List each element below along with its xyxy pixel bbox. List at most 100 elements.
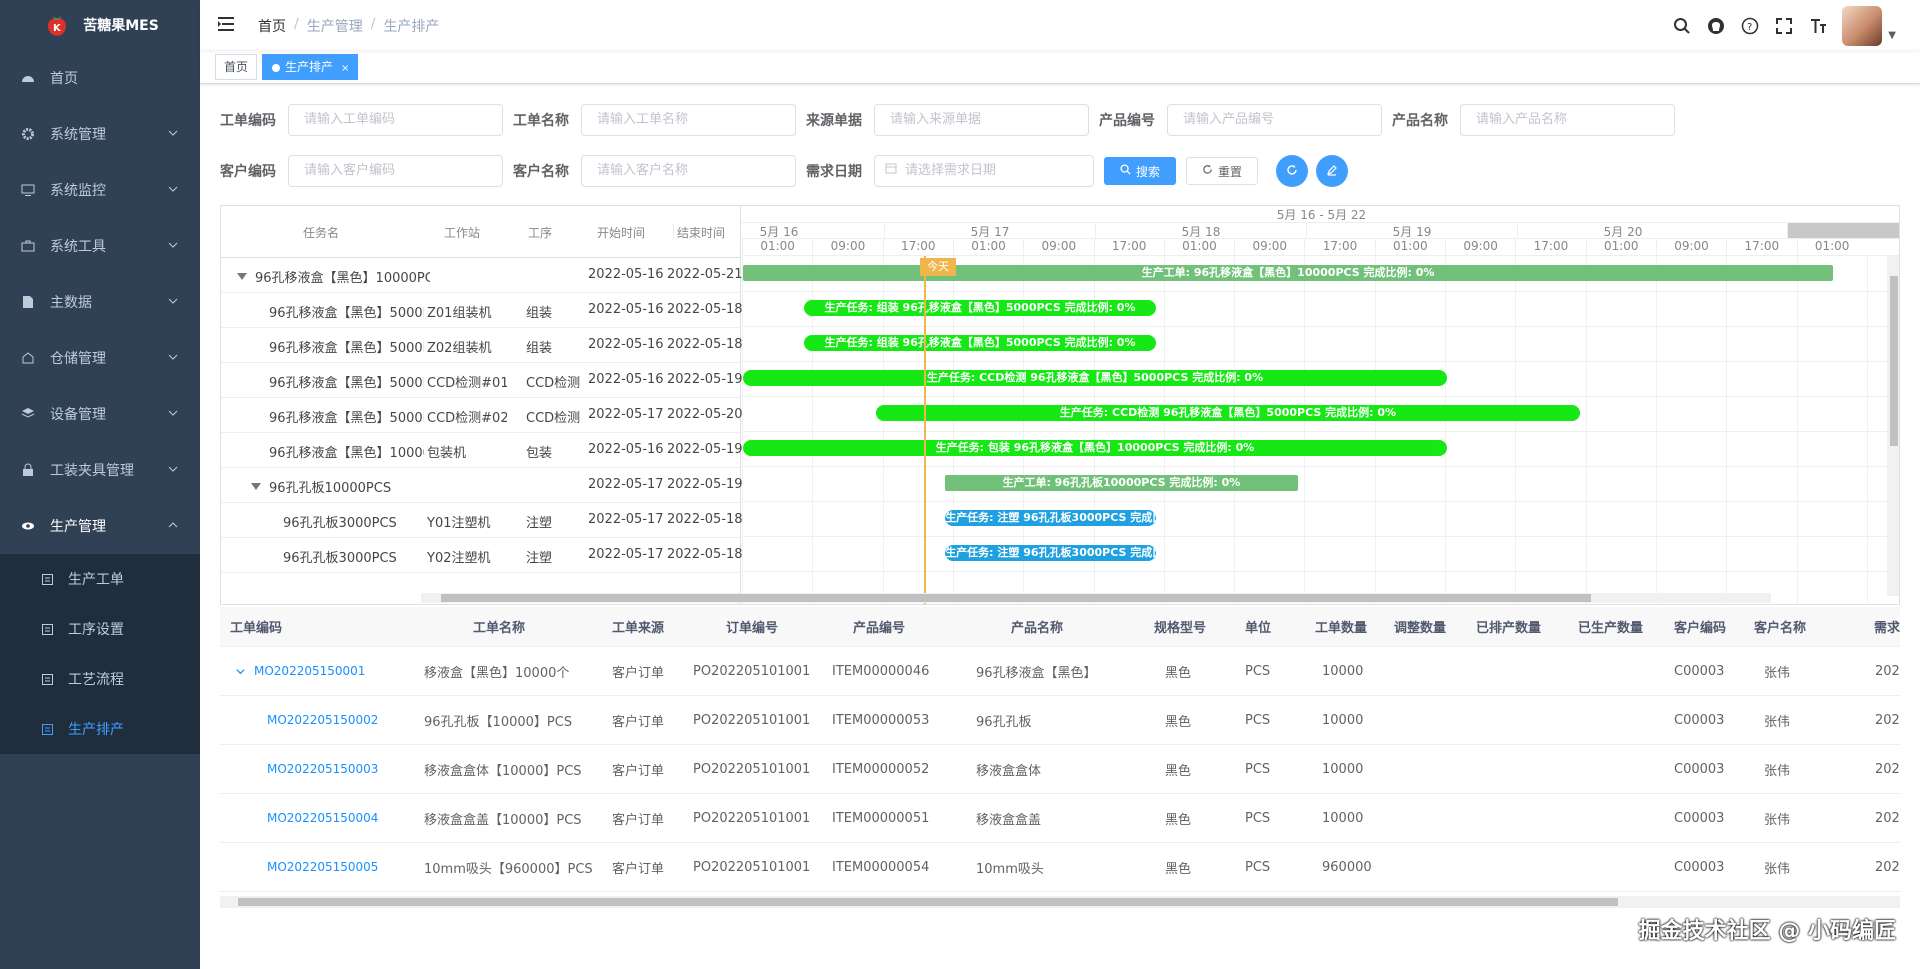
sidebar-item-warehouse[interactable]: 仓储管理 (0, 330, 200, 386)
text-input[interactable]: 请输入工单编码 (288, 104, 503, 136)
gantt-process: CCD检测 (526, 376, 581, 391)
text-input[interactable]: 请输入产品编号 (1167, 104, 1382, 136)
tag-home[interactable]: 首页 (215, 54, 258, 80)
work-order-code-link[interactable]: MO202205150003 (267, 745, 378, 793)
gantt-vertical-scrollbar[interactable] (1887, 256, 1899, 596)
sidebar-subitem-2[interactable]: 工艺流程 (0, 654, 200, 704)
search-button-label: 搜索 (1135, 164, 1160, 179)
gantt-row[interactable]: 96孔移液盒【黑色】5000PCSZ01组装机 组装 2022-05-162022-… (221, 293, 743, 328)
text-input[interactable]: 请输入产品名称 (1460, 104, 1675, 136)
table-row[interactable]: MO202205150001 移液盒【黑色】10000个 客户订单 PO2022051… (220, 647, 1900, 696)
scroll-thumb[interactable] (238, 898, 1618, 906)
sidebar-item-monitor[interactable]: 系统监控 (0, 162, 200, 218)
gantt-bar[interactable]: 生产任务: 组装 96孔移液盒【黑色】5000PCS 完成比例: 0% (803, 300, 1157, 316)
search-icon[interactable] (1672, 16, 1692, 36)
week-label: 5月 16 - 5月 22 (1276, 208, 1367, 222)
table-column-header: 已生产数量 (1578, 621, 1644, 636)
gantt-bar[interactable]: 生产工单: 96孔移液盒【黑色】10000PCS 完成比例: 0% (742, 265, 1834, 281)
gantt-workstation: CCD检测#01 (427, 376, 507, 391)
table-row[interactable]: MO202205150004 移液盒盒盖【10000】PCS 客户订单 PO20220… (220, 794, 1900, 843)
sidebar-item-toolbox[interactable]: 系统工具 (0, 218, 200, 274)
table-row[interactable]: MO202205150002 96孔孔板【10000】PCS 客户订单 PO20220… (220, 696, 1900, 745)
sidebar-subitem-label: 工艺流程 (68, 672, 124, 688)
gantt-bar[interactable]: 生产任务: 组装 96孔移液盒【黑色】5000PCS 完成比例: 0% (803, 335, 1157, 351)
sidebar-item-gear[interactable]: 系统管理 (0, 106, 200, 162)
edit-button[interactable] (1316, 155, 1348, 187)
collapse-toggle-icon[interactable] (251, 480, 261, 495)
sidebar-item-eye[interactable]: 生产管理 (0, 498, 200, 554)
search-form: 工单编码 请输入工单编码 工单名称 请输入工单名称 来源单据 请输入来源单据 产品编号 请输入… (220, 104, 1900, 206)
date-picker-input[interactable]: 请选择需求日期 (874, 155, 1094, 187)
sidebar-item-label: 工装夹具管理 (50, 463, 134, 479)
gantt-row[interactable]: 96孔孔板3000PCS Y02注塑机 注塑 2022-05-17 2022-05-18 (221, 538, 743, 573)
gantt-row[interactable]: 96孔移液盒【黑色】5000PCSCCD检测#01 CCD检测 2022-05-16… (221, 363, 743, 398)
gantt-row[interactable]: 96孔移液盒【黑色】5000PCSCCD检测#02 CCD检测 2022-05-17… (221, 398, 743, 433)
gantt-bar[interactable]: 生产任务: CCD检测 96孔移液盒【黑色】5000PCS 完成比例: 0% (742, 370, 1448, 386)
sidebar-item-document[interactable]: 主数据 (0, 274, 200, 330)
gantt-task-name: 96孔移液盒【黑色】5000PCS (269, 376, 424, 391)
github-icon[interactable] (1706, 16, 1726, 36)
gantt-process: CCD检测 (526, 411, 581, 426)
text-input[interactable]: 请输入客户名称 (581, 155, 796, 187)
table-column-header: 客户编码 (1674, 621, 1727, 636)
hour-label: 01:00 (1796, 239, 1867, 255)
gantt-bar[interactable]: 生产任务: CCD检测 96孔移液盒【黑色】5000PCS 完成比例: 0% (875, 405, 1581, 421)
caret-down-icon[interactable]: ▼ (1888, 30, 1896, 41)
text-input[interactable]: 请输入来源单据 (874, 104, 1089, 136)
sidebar-subitem-0[interactable]: 生产工单 (0, 554, 200, 604)
text-input[interactable]: 请输入客户编码 (288, 155, 503, 187)
table-cell: 移液盒盒盖【10000】PCS (424, 812, 582, 828)
fullscreen-icon[interactable] (1774, 16, 1794, 36)
gantt-row[interactable]: 96孔移液盒【黑色】5000PCSZ02组装机 组装 2022-05-162022-… (221, 328, 743, 363)
gantt-row[interactable]: 96孔移液盒【黑色】10000PCS包装机 包装 2022-05-162022-05… (221, 433, 743, 468)
table-column-header: 工单编码 (230, 621, 283, 636)
table-horizontal-scrollbar[interactable] (220, 896, 1900, 908)
table-row[interactable]: MO202205150003 移液盒盒体【10000】PCS 客户订单 PO20220… (220, 745, 1900, 794)
refresh-button[interactable] (1276, 155, 1308, 187)
search-button[interactable]: 搜索 (1104, 157, 1176, 185)
work-order-code-link[interactable]: MO202205150001 (254, 647, 365, 695)
schedule-icon (40, 722, 54, 736)
gantt-bar[interactable]: 生产任务: 包装 96孔移液盒【黑色】10000PCS 完成比例: 0% (742, 440, 1448, 456)
text-input[interactable]: 请输入工单名称 (581, 104, 796, 136)
field-label: 产品名称 (1392, 113, 1448, 129)
sidebar-item-lock[interactable]: 工装夹具管理 (0, 442, 200, 498)
sidebar-item-layers[interactable]: 设备管理 (0, 386, 200, 442)
reset-button[interactable]: 重置 (1186, 157, 1258, 185)
sidebar-item-dashboard[interactable]: 首页 (0, 50, 200, 106)
expand-toggle-icon[interactable] (236, 647, 245, 695)
day-label: 5月 17 (884, 223, 1095, 239)
table-column-header: 产品名称 (1011, 621, 1064, 636)
tag-scheduling[interactable]: 生产排产 × (262, 54, 359, 80)
collapse-toggle-icon[interactable] (237, 270, 247, 285)
hamburger-icon[interactable] (216, 14, 236, 34)
font-size-icon[interactable] (1808, 16, 1828, 36)
gantt-row[interactable]: 96孔移液盒【黑色】10000PCS 2022-05-16 2022-05-21 (221, 258, 743, 293)
gantt-row[interactable]: 96孔孔板10000PCS 2022-05-17 2022-05-19 (221, 468, 743, 503)
gantt-bar[interactable]: 生产任务: 注塑 96孔孔板3000PCS 完成比例: 0% (945, 545, 1157, 561)
work-order-code-link[interactable]: MO202205150005 (267, 843, 378, 891)
breadcrumb-home[interactable]: 首页 (258, 16, 286, 36)
sidebar-subitem-1[interactable]: 工序设置 (0, 604, 200, 654)
scroll-thumb[interactable] (1890, 276, 1898, 446)
work-order-code-link[interactable]: MO202205150004 (267, 794, 378, 842)
table-cell: 张伟 (1764, 714, 1791, 730)
chevron-down-icon (168, 182, 178, 198)
gantt-row[interactable]: 96孔孔板3000PCS Y01注塑机 注塑 2022-05-17 2022-05-18 (221, 503, 743, 538)
gantt-start-date: 2022-05-17 (588, 547, 664, 562)
gantt-bar[interactable]: 生产任务: 注塑 96孔孔板3000PCS 完成比例: 0% (945, 510, 1157, 526)
gantt-end-date: 2022-05-20 (667, 407, 743, 422)
close-icon[interactable]: × (341, 63, 349, 74)
table-row[interactable]: MO202205150005 10mm吸头【960000】PCS 客户订单 PO202… (220, 843, 1900, 892)
scroll-thumb[interactable] (441, 594, 1591, 602)
gantt-task-name: 96孔孔板3000PCS (283, 516, 397, 531)
help-icon[interactable]: ? (1740, 16, 1760, 36)
sidebar-subitem-3[interactable]: 生产排产 (0, 704, 200, 754)
breadcrumb-scheduling: 生产排产 (383, 19, 440, 35)
logo[interactable]: K 苦糖果MES (0, 0, 200, 50)
gantt-bar[interactable]: 生产工单: 96孔孔板10000PCS 完成比例: 0% (945, 475, 1298, 491)
work-order-code-link[interactable]: MO202205150002 (267, 696, 378, 744)
gantt-horizontal-scrollbar[interactable] (421, 593, 1771, 603)
avatar[interactable] (1842, 6, 1883, 46)
chevron-down-icon (168, 406, 178, 422)
